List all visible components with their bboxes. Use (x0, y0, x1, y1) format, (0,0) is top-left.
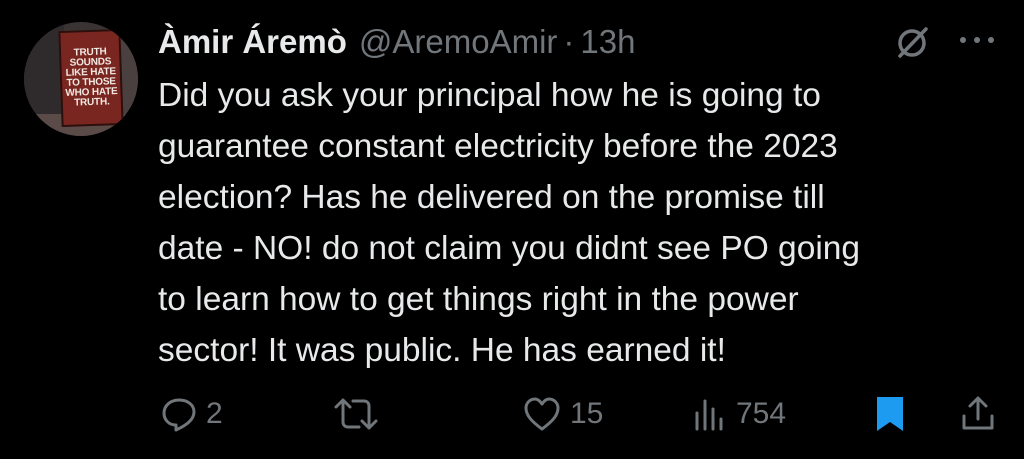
like-count: 15 (570, 397, 604, 430)
tweet-timestamp[interactable]: 13h (580, 23, 635, 61)
separator-dot: · (563, 23, 575, 60)
author-name[interactable]: Àmir Áremò (158, 23, 347, 61)
share-icon (962, 396, 994, 430)
grok-icon[interactable] (892, 22, 932, 62)
avatar-sign: TRUTH SOUNDS LIKE HATE TO THOSE WHO HATE… (58, 28, 124, 128)
views-button[interactable]: 754 (692, 392, 786, 436)
bookmark-button[interactable] (872, 392, 908, 436)
bookmark-icon (877, 397, 903, 431)
more-horizontal-icon[interactable] (955, 30, 999, 50)
tweet-text: Did you ask your principal how he is goi… (158, 77, 861, 369)
views-count: 754 (736, 397, 787, 430)
author-handle[interactable]: @AremoAmir (359, 23, 558, 61)
reply-button[interactable]: 2 (160, 392, 223, 436)
share-button[interactable] (958, 392, 998, 436)
reply-count: 2 (206, 397, 223, 430)
author-avatar[interactable]: TRUTH SOUNDS LIKE HATE TO THOSE WHO HATE… (24, 22, 138, 136)
retweet-icon (334, 398, 378, 430)
like-button[interactable]: 15 (522, 392, 603, 436)
retweet-button[interactable] (332, 392, 388, 436)
avatar-sign-line: TRUTH. (73, 96, 110, 109)
tweet-header: Àmir Áremò @AremoAmir · 13h (158, 20, 635, 64)
views-chart-icon (695, 399, 723, 431)
heart-icon (524, 397, 560, 431)
reply-icon (162, 398, 196, 432)
